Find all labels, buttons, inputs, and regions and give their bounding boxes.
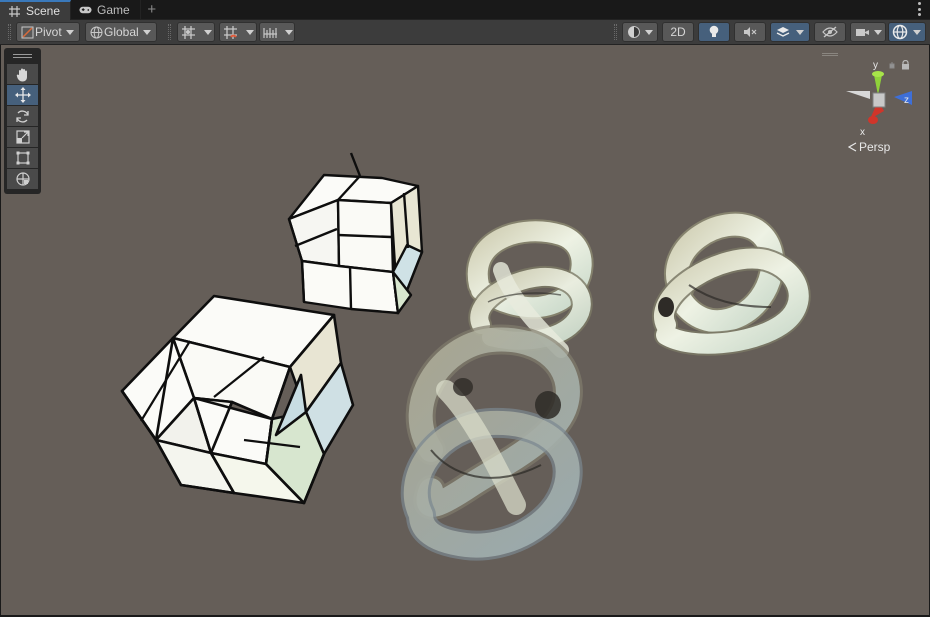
toolbar-grip: [168, 24, 171, 40]
2d-toggle-button[interactable]: 2D: [662, 22, 694, 42]
transform-icon: [15, 172, 30, 186]
global-dropdown[interactable]: Global: [85, 22, 157, 42]
2d-label: 2D: [670, 25, 686, 39]
hidden-objects-toggle[interactable]: [814, 22, 846, 42]
lightbulb-icon: [709, 25, 719, 37]
tools-overlay-handle[interactable]: [7, 51, 38, 61]
projection-toggle[interactable]: Persp: [848, 140, 890, 154]
increment-snap-icon: [224, 25, 237, 39]
gizmo-z-label: z: [904, 95, 909, 106]
overlay-drag-handle[interactable]: [822, 53, 838, 56]
eye-slash-icon: [822, 26, 838, 38]
scale-icon: [15, 130, 30, 144]
tab-game-label: Game: [97, 3, 130, 17]
rect-transform-icon: [16, 151, 29, 165]
gizmo-globe-icon: [892, 24, 908, 40]
lock-icon[interactable]: [901, 60, 910, 70]
hand-icon: [16, 68, 27, 81]
grid-snap-icon: [182, 25, 195, 39]
increment-snap-dropdown[interactable]: [219, 22, 257, 42]
lighting-toggle-button[interactable]: [698, 22, 730, 42]
lock-icon: [889, 62, 895, 69]
scene-grid-icon: [8, 5, 21, 18]
move-icon: [14, 87, 31, 103]
grid-snap-dropdown[interactable]: [177, 22, 215, 42]
tools-overlay: [4, 48, 41, 194]
tab-scene-label: Scene: [26, 4, 61, 18]
transform-tool-button[interactable]: [7, 169, 38, 189]
tab-scene[interactable]: Scene: [0, 0, 72, 20]
draw-mode-dropdown[interactable]: [622, 22, 658, 42]
pivot-dropdown[interactable]: Pivot: [16, 22, 80, 42]
pivot-icon: [21, 26, 34, 38]
small-cube[interactable]: [287, 152, 424, 315]
chevron-left-icon: [848, 142, 857, 152]
gizmo-x-label: x: [860, 127, 865, 138]
effects-dropdown[interactable]: [770, 22, 810, 42]
add-tab-button[interactable]: +: [141, 0, 163, 19]
large-cube[interactable]: [120, 294, 355, 505]
camera-icon: [856, 28, 869, 36]
global-label: Global: [104, 25, 139, 39]
torus-knot-3[interactable]: [400, 324, 583, 561]
move-tool-button[interactable]: [7, 85, 38, 105]
ruler-icon: [263, 27, 277, 38]
audio-mute-icon: [744, 27, 757, 37]
toolbar-grip: [8, 24, 11, 40]
rotate-tool-button[interactable]: [7, 106, 38, 126]
gizmo-y-label: y: [873, 60, 878, 71]
audio-toggle-button[interactable]: [734, 22, 766, 42]
torus-knot-2[interactable]: [652, 211, 811, 356]
hand-tool-button[interactable]: [7, 64, 38, 84]
gizmos-dropdown[interactable]: [888, 22, 926, 42]
shading-sphere-icon: [628, 26, 640, 38]
gamepad-icon: [79, 4, 92, 17]
scale-tool-button[interactable]: [7, 127, 38, 147]
tab-game[interactable]: Game: [71, 0, 141, 20]
projection-label: Persp: [859, 140, 891, 154]
snap-settings-dropdown[interactable]: [259, 22, 295, 42]
scene-render: [120, 152, 811, 561]
globe-icon: [90, 26, 103, 38]
more-options-icon[interactable]: [916, 2, 922, 16]
scene-toolbar: Pivot Global 2D: [0, 20, 930, 45]
window-tab-bar: Scene Game +: [0, 0, 930, 20]
scene-viewport[interactable]: y z x: [1, 45, 929, 615]
gizmo-axes: [846, 71, 912, 124]
camera-dropdown[interactable]: [850, 22, 886, 42]
toolbar-grip: [614, 24, 617, 40]
pivot-label: Pivot: [35, 25, 62, 39]
effects-layers-icon: [776, 26, 790, 37]
rotate-icon: [16, 110, 29, 122]
rect-tool-button[interactable]: [7, 148, 38, 168]
